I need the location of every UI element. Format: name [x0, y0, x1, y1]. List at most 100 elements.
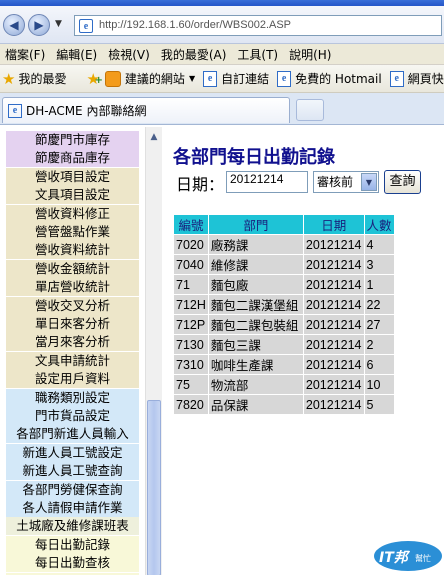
cell-date: 20121214 [302, 254, 365, 275]
cell-date: 20121214 [302, 374, 365, 395]
cell-code: 7310 [173, 354, 209, 375]
cell-date: 20121214 [302, 314, 365, 335]
cell-department: 品保課 [207, 394, 304, 415]
sidebar-item[interactable]: 文具申請統計 [6, 351, 139, 370]
watermark-bottom: 幫忙 [415, 553, 431, 563]
sidebar-item[interactable]: 土城廠及維修課班表 [6, 517, 139, 536]
fav-custom-links[interactable]: e 自訂連結 [203, 70, 269, 87]
sidebar-item[interactable]: 營收交叉分析 [6, 296, 139, 315]
fav-label: 網頁快 [407, 72, 444, 86]
table-row: 712P 麵包二課包裝組 20121214 27 [173, 314, 395, 335]
date-input[interactable]: 20121214 [226, 171, 308, 193]
fav-suggested-sites[interactable]: 建議的網站 ▼ [104, 70, 196, 87]
table-row: 712H 麵包二課漢堡組 20121214 22 [173, 294, 395, 315]
favorites-button[interactable]: ★ 我的最愛 [2, 70, 66, 88]
table-header-row: 編號 部門 日期 人數 [173, 214, 395, 235]
cell-date: 20121214 [302, 234, 365, 255]
sidebar-item[interactable]: 新進人員工號設定 [6, 443, 139, 462]
cell-count: 5 [363, 394, 395, 415]
cell-department: 麵包廠 [207, 274, 304, 295]
sidebar-item[interactable]: 每日出勤查核 [6, 554, 139, 573]
cell-date: 20121214 [302, 354, 365, 375]
menu-edit[interactable]: 編輯(E) [51, 46, 103, 63]
sidebar-item[interactable]: 營收金額統計 [6, 259, 139, 278]
address-url[interactable]: http://192.168.1.60/order/WBS002.ASP [99, 19, 291, 31]
it-help-logo: IT邦 幫忙 [374, 541, 442, 571]
cell-code: 712P [173, 314, 209, 335]
scroll-thumb[interactable] [147, 400, 161, 575]
sidebar-item[interactable]: 每日出勤記錄 [6, 535, 139, 554]
fav-label: 自訂連結 [221, 72, 270, 86]
menu-file[interactable]: 檔案(F) [0, 46, 51, 63]
fav-hotmail[interactable]: e 免費的 Hotmail [277, 70, 382, 87]
cell-date: 20121214 [302, 294, 365, 315]
back-button[interactable]: ◀ [3, 14, 25, 36]
ie-page-icon: e [277, 70, 292, 87]
fav-label: 免費的 Hotmail [295, 72, 382, 86]
query-button[interactable]: 查詢 [384, 170, 421, 194]
star-icon: ★ [2, 69, 16, 88]
menu-view[interactable]: 檢視(V) [103, 46, 156, 63]
history-dropdown-icon[interactable]: ▼ [55, 19, 62, 29]
tab-active[interactable]: e DH-ACME 內部聯絡網 [2, 97, 290, 123]
cell-date: 20121214 [302, 394, 365, 415]
ie-page-icon: e [8, 103, 22, 118]
table-row: 7020 廠務課 20121214 4 [173, 234, 395, 255]
cell-date: 20121214 [302, 274, 365, 295]
sidebar-item[interactable]: 設定用戶資料 [6, 370, 139, 389]
chevron-down-icon[interactable]: ▼ [361, 173, 377, 191]
favorites-bar: ★ 我的最愛 ★ 建議的網站 ▼ e 自訂連結 e 免費的 Hotmail e … [0, 65, 444, 93]
cell-count: 6 [363, 354, 395, 375]
cell-code: 712H [173, 294, 209, 315]
menu-bar: 檔案(F) 編輯(E) 檢視(V) 我的最愛(A) 工具(T) 說明(H) [0, 44, 444, 65]
sidebar-item[interactable]: 各人請假申請作業 [6, 499, 139, 517]
sidebar-item[interactable]: 當月來客分析 [6, 333, 139, 352]
table-row: 75 物流部 20121214 10 [173, 374, 395, 395]
sidebar-item[interactable]: 文具項目設定 [6, 186, 139, 205]
sidebar-item[interactable]: 營收資料統計 [6, 241, 139, 260]
sidebar-item[interactable]: 職務類別設定 [6, 388, 139, 407]
sidebar-item[interactable]: 各部門勞健保查詢 [6, 480, 139, 499]
watermark-top: IT邦 [379, 549, 411, 566]
sidebar-scrollbar[interactable]: ▲ [145, 127, 162, 575]
cell-code: 71 [173, 274, 209, 295]
sidebar-item[interactable]: 營收項目設定 [6, 167, 139, 186]
forward-button[interactable]: ▶ [28, 14, 50, 36]
cell-department: 麵包三課 [207, 334, 304, 355]
ie-page-icon: e [389, 70, 404, 87]
menu-tools[interactable]: 工具(T) [232, 46, 284, 63]
scroll-up-icon[interactable]: ▲ [146, 129, 162, 145]
status-select[interactable]: 審核前 ▼ [313, 171, 379, 193]
cell-count: 2 [363, 334, 395, 355]
cell-department: 咖啡生產課 [207, 354, 304, 375]
table-row: 71 麵包廠 20121214 1 [173, 274, 395, 295]
cell-department: 麵包二課包裝組 [207, 314, 304, 335]
navigation-bar: ◀ ▶ ▼ e http://192.168.1.60/order/WBS002… [0, 6, 444, 44]
sidebar-item[interactable]: 營收資料修正 [6, 204, 139, 223]
fav-web-slice[interactable]: e 網頁快 [389, 70, 444, 87]
ie-page-icon: e [203, 70, 218, 87]
sidebar-item[interactable]: 各部門新進人員輸入 [6, 425, 139, 444]
fav-label: 建議的網站 [124, 72, 185, 86]
new-tab-button[interactable] [296, 99, 324, 121]
cell-department: 維修課 [207, 254, 304, 275]
sidebar-item[interactable]: 單日來客分析 [6, 315, 139, 333]
sidebar-item[interactable]: 門市貨品設定 [6, 407, 139, 425]
sidebar-item[interactable]: 節慶門市庫存 [6, 131, 139, 149]
add-favorite-icon[interactable]: ★ [86, 70, 103, 88]
main-content: 各部門每日出勤記錄 日期： 20121214 審核前 ▼ 查詢 編號 部門 日期… [162, 127, 444, 575]
status-select-value: 審核前 [317, 175, 354, 189]
table-row: 7310 咖啡生產課 20121214 6 [173, 354, 395, 375]
header-date: 日期 [302, 214, 365, 235]
menu-help[interactable]: 說明(H) [284, 46, 337, 63]
table-row: 7130 麵包三課 20121214 2 [173, 334, 395, 355]
sidebar-item[interactable]: 節慶商品庫存 [6, 149, 139, 168]
sidebar-item[interactable]: 營管盤點作業 [6, 223, 139, 241]
sidebar-item[interactable]: 新進人員工號查詢 [6, 462, 139, 481]
address-bar[interactable]: e http://192.168.1.60/order/WBS002.ASP [74, 15, 442, 36]
cell-code: 7820 [173, 394, 209, 415]
cell-count: 22 [363, 294, 395, 315]
menu-favorites[interactable]: 我的最愛(A) [156, 46, 233, 63]
chevron-down-icon: ▼ [188, 74, 196, 83]
sidebar-item[interactable]: 單店營收統計 [6, 278, 139, 297]
